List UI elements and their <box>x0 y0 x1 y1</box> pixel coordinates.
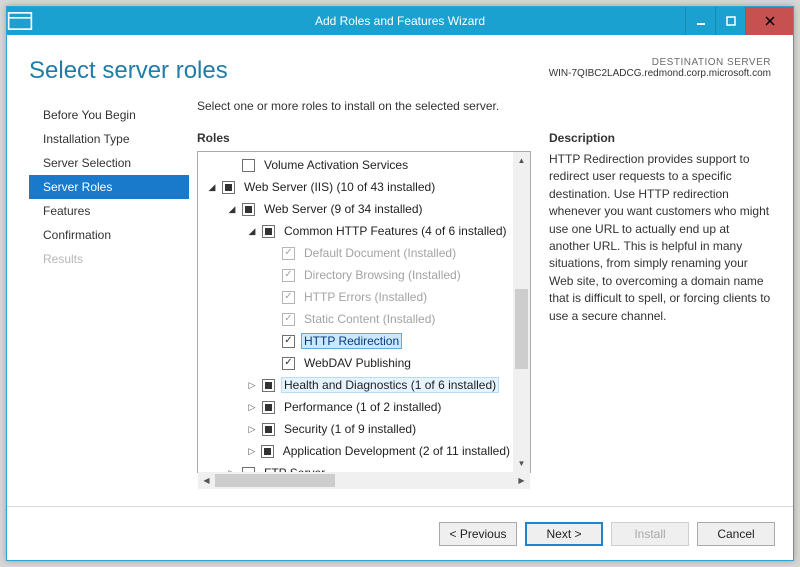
tree-node-label[interactable]: HTTP Errors (Installed) <box>301 289 430 305</box>
tree-node[interactable]: HTTP Redirection <box>198 330 513 352</box>
tree-node-label[interactable]: Static Content (Installed) <box>301 311 438 327</box>
tree-node-label[interactable]: Security (1 of 9 installed) <box>281 421 419 437</box>
tree-node[interactable]: ◢ Web Server (IIS) (10 of 43 installed) <box>198 176 513 198</box>
tree-node[interactable]: ◢ Common HTTP Features (4 of 6 installed) <box>198 220 513 242</box>
system-menu-icon[interactable] <box>7 8 33 34</box>
tree-node[interactable]: Directory Browsing (Installed) <box>198 264 513 286</box>
nav-step-server-roles[interactable]: Server Roles <box>29 175 189 199</box>
checkbox <box>282 313 295 326</box>
checkbox[interactable] <box>261 445 273 458</box>
tree-node-label[interactable]: WebDAV Publishing <box>301 355 414 371</box>
tree-node-label[interactable]: FTP Server <box>261 465 328 472</box>
instruction-text: Select one or more roles to install on t… <box>197 99 771 113</box>
nav-step-features[interactable]: Features <box>29 199 189 223</box>
description-label: Description <box>549 131 771 145</box>
vertical-scrollbar[interactable]: ▲ ▼ <box>513 152 530 472</box>
roles-label: Roles <box>197 131 531 145</box>
checkbox[interactable] <box>222 181 235 194</box>
checkbox[interactable] <box>282 335 295 348</box>
wizard-footer: < Previous Next > Install Cancel <box>7 506 793 560</box>
close-button[interactable] <box>745 7 793 35</box>
tree-node[interactable]: ▷FTP Server <box>198 462 513 472</box>
collapse-icon[interactable]: ◢ <box>246 225 258 237</box>
hscroll-thumb[interactable] <box>215 474 335 487</box>
next-button[interactable]: Next > <box>525 522 603 546</box>
checkbox[interactable] <box>262 401 275 414</box>
tree-node-label[interactable]: Web Server (9 of 34 installed) <box>261 201 426 217</box>
checkbox[interactable] <box>262 225 275 238</box>
install-button: Install <box>611 522 689 546</box>
nav-step-installation-type[interactable]: Installation Type <box>29 127 189 151</box>
tree-node[interactable]: Volume Activation Services <box>198 154 513 176</box>
nav-step-confirmation[interactable]: Confirmation <box>29 223 189 247</box>
scroll-thumb[interactable] <box>515 289 528 369</box>
expand-icon[interactable]: ▷ <box>246 445 257 457</box>
destination-server: DESTINATION SERVER WIN-7QIBC2LADCG.redmo… <box>549 57 771 85</box>
tree-node-label[interactable]: Directory Browsing (Installed) <box>301 267 464 283</box>
checkbox[interactable] <box>262 423 275 436</box>
checkbox[interactable] <box>282 357 295 370</box>
tree-node-label[interactable]: Health and Diagnostics (1 of 6 installed… <box>281 377 499 393</box>
tree-node[interactable]: WebDAV Publishing <box>198 352 513 374</box>
wizard-window: Add Roles and Features Wizard Select ser… <box>6 6 794 561</box>
wizard-steps-nav: Before You BeginInstallation TypeServer … <box>29 99 189 506</box>
tree-node[interactable]: HTTP Errors (Installed) <box>198 286 513 308</box>
expand-icon[interactable]: ▷ <box>246 423 258 435</box>
tree-node[interactable]: ▷ Security (1 of 9 installed) <box>198 418 513 440</box>
expand-icon[interactable]: ▷ <box>246 401 258 413</box>
destination-value: WIN-7QIBC2LADCG.redmond.corp.microsoft.c… <box>549 68 771 79</box>
checkbox[interactable] <box>242 159 255 172</box>
checkbox <box>282 291 295 304</box>
page-title: Select server roles <box>29 57 228 85</box>
tree-node[interactable]: ◢ Web Server (9 of 34 installed) <box>198 198 513 220</box>
nav-step-server-selection[interactable]: Server Selection <box>29 151 189 175</box>
description-text: HTTP Redirection provides support to red… <box>549 151 771 325</box>
tree-node[interactable]: ▷ Application Development (2 of 11 instal… <box>198 440 513 462</box>
window-title: Add Roles and Features Wizard <box>7 14 793 28</box>
tree-node-label[interactable]: Performance (1 of 2 installed) <box>281 399 444 415</box>
scroll-down-icon[interactable]: ▼ <box>513 455 530 472</box>
tree-node-label[interactable]: Common HTTP Features (4 of 6 installed) <box>281 223 510 239</box>
checkbox <box>282 269 295 282</box>
scroll-up-icon[interactable]: ▲ <box>513 152 530 169</box>
collapse-icon[interactable]: ◢ <box>206 181 218 193</box>
checkbox[interactable] <box>242 203 255 216</box>
expand-icon[interactable]: ▷ <box>246 379 258 391</box>
checkbox <box>282 247 295 260</box>
tree-node[interactable]: Static Content (Installed) <box>198 308 513 330</box>
scroll-left-icon[interactable]: ◀ <box>198 472 215 489</box>
tree-node[interactable]: ▷ Health and Diagnostics (1 of 6 installe… <box>198 374 513 396</box>
tree-node[interactable]: ▷ Performance (1 of 2 installed) <box>198 396 513 418</box>
roles-tree[interactable]: Volume Activation Services◢Web Server (I… <box>197 151 531 473</box>
collapse-icon[interactable]: ◢ <box>226 203 238 215</box>
tree-node-label[interactable]: Web Server (IIS) (10 of 43 installed) <box>241 179 438 195</box>
minimize-button[interactable] <box>685 7 715 35</box>
nav-step-results: Results <box>29 247 189 271</box>
nav-step-before-you-begin[interactable]: Before You Begin <box>29 103 189 127</box>
maximize-button[interactable] <box>715 7 745 35</box>
horizontal-scrollbar[interactable]: ◀ ▶ <box>198 472 530 489</box>
destination-label: DESTINATION SERVER <box>549 57 771 68</box>
tree-node[interactable]: Default Document (Installed) <box>198 242 513 264</box>
tree-node-label[interactable]: Application Development (2 of 11 install… <box>280 443 513 459</box>
previous-button[interactable]: < Previous <box>439 522 517 546</box>
tree-node-label[interactable]: Volume Activation Services <box>261 157 411 173</box>
scroll-right-icon[interactable]: ▶ <box>513 472 530 489</box>
cancel-button[interactable]: Cancel <box>697 522 775 546</box>
checkbox[interactable] <box>262 379 275 392</box>
tree-node-label[interactable]: HTTP Redirection <box>301 333 402 349</box>
titlebar[interactable]: Add Roles and Features Wizard <box>7 7 793 35</box>
tree-node-label[interactable]: Default Document (Installed) <box>301 245 459 261</box>
